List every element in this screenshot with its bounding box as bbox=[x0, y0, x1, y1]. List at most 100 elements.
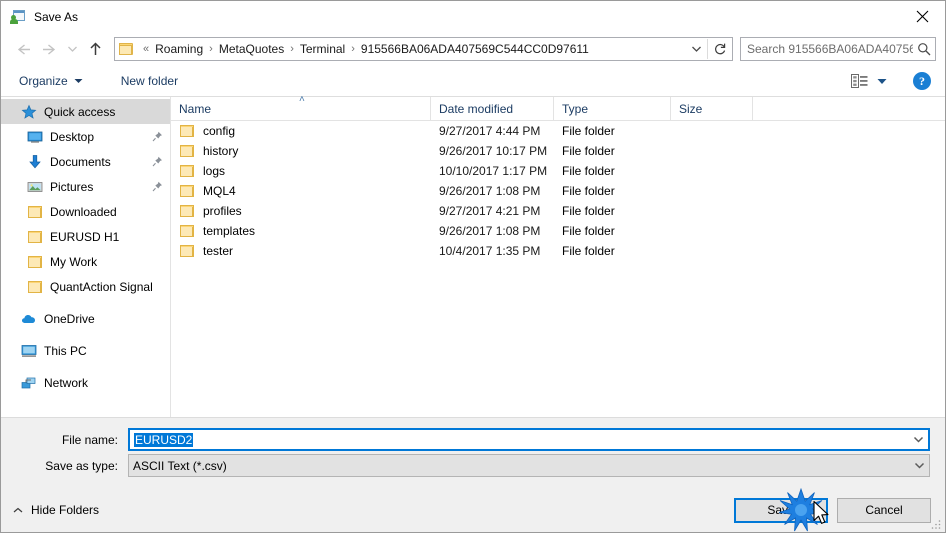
chevron-down-icon bbox=[691, 46, 701, 52]
folder-icon bbox=[27, 229, 43, 245]
breadcrumb-separator: › bbox=[209, 43, 213, 55]
pin-icon[interactable] bbox=[150, 156, 164, 167]
search-box[interactable]: Search 915566BA06ADA40756... bbox=[740, 37, 936, 61]
table-row[interactable]: profiles 9/27/2017 4:21 PM File folder bbox=[171, 201, 945, 221]
search-input[interactable]: Search 915566BA06ADA40756... bbox=[741, 42, 913, 56]
column-header-type[interactable]: Type bbox=[554, 96, 671, 121]
column-header-label: Type bbox=[562, 101, 589, 116]
sidebar-item-label: QuantAction Signal bbox=[50, 279, 153, 294]
table-row[interactable]: history 9/26/2017 10:17 PM File folder bbox=[171, 141, 945, 161]
table-row[interactable]: MQL4 9/26/2017 1:08 PM File folder bbox=[171, 181, 945, 201]
cancel-button[interactable]: Cancel bbox=[837, 497, 931, 523]
sidebar-item-this-pc[interactable]: This PC bbox=[1, 338, 170, 363]
close-icon bbox=[916, 10, 928, 22]
table-row[interactable]: config 9/27/2017 4:44 PM File folder bbox=[171, 121, 945, 141]
recent-locations-button[interactable] bbox=[62, 36, 82, 62]
folder-icon bbox=[179, 223, 195, 239]
column-header-label: Date modified bbox=[439, 101, 514, 116]
pin-icon[interactable] bbox=[150, 131, 164, 142]
desktop-icon bbox=[27, 129, 43, 145]
file-type: File folder bbox=[562, 204, 615, 218]
network-icon bbox=[21, 375, 37, 391]
resize-grip[interactable] bbox=[930, 518, 942, 530]
breadcrumb-item-terminal-id[interactable]: 915566BA06ADA407569C544CC0D97611 bbox=[359, 41, 591, 57]
sidebar-item-my-work[interactable]: My Work bbox=[1, 249, 170, 274]
file-name: tester bbox=[203, 244, 234, 258]
breadcrumb-overflow[interactable]: « bbox=[143, 43, 149, 55]
table-row[interactable]: tester 10/4/2017 1:35 PM File folder bbox=[171, 241, 945, 261]
help-label: ? bbox=[919, 73, 925, 88]
column-header-size[interactable]: Size bbox=[671, 96, 753, 121]
file-type: File folder bbox=[562, 164, 615, 178]
column-header-date-modified[interactable]: Date modified bbox=[431, 96, 554, 121]
onedrive-icon bbox=[21, 311, 37, 327]
title-bar: Save As bbox=[1, 1, 945, 32]
save-as-type-dropdown-button[interactable] bbox=[909, 462, 929, 469]
organize-button[interactable]: Organize bbox=[15, 70, 91, 92]
file-type: File folder bbox=[562, 224, 615, 238]
file-size bbox=[671, 201, 753, 221]
file-size bbox=[671, 241, 753, 261]
breadcrumb-item-terminal[interactable]: Terminal bbox=[298, 41, 347, 57]
save-label: Save bbox=[767, 503, 795, 517]
sidebar-item-pictures[interactable]: Pictures bbox=[1, 174, 170, 199]
sidebar-item-desktop[interactable]: Desktop bbox=[1, 124, 170, 149]
close-button[interactable] bbox=[899, 1, 945, 31]
save-as-type-combobox[interactable]: ASCII Text (*.csv) bbox=[128, 454, 930, 477]
sidebar-item-label: EURUSD H1 bbox=[50, 229, 120, 244]
view-options-button[interactable] bbox=[847, 70, 891, 92]
folder-icon bbox=[179, 123, 195, 139]
chevron-down-icon bbox=[914, 462, 924, 469]
file-name-cell: MQL4 bbox=[171, 181, 431, 201]
back-button[interactable] bbox=[10, 36, 36, 62]
breadcrumb-item-metaquotes[interactable]: MetaQuotes bbox=[217, 41, 286, 57]
sidebar-item-label: Network bbox=[44, 375, 89, 390]
column-header-row: Name Date modified Type Size ˄ bbox=[171, 94, 945, 121]
chevron-down-icon bbox=[913, 436, 923, 443]
sidebar-item-label: Downloaded bbox=[50, 204, 117, 219]
sidebar-item-documents[interactable]: Documents bbox=[1, 149, 170, 174]
chevron-down-icon bbox=[74, 78, 83, 84]
address-bar[interactable]: « Roaming › MetaQuotes › Terminal › 9155… bbox=[114, 37, 733, 61]
breadcrumb-item-roaming[interactable]: Roaming bbox=[153, 41, 205, 57]
refresh-button[interactable] bbox=[708, 38, 732, 60]
sidebar-item-label: This PC bbox=[44, 343, 87, 358]
file-rows: config 9/27/2017 4:44 PM File folder his… bbox=[171, 121, 945, 417]
new-folder-button[interactable]: New folder bbox=[113, 70, 186, 92]
window-title: Save As bbox=[34, 9, 79, 24]
sidebar-item-downloaded[interactable]: Downloaded bbox=[1, 199, 170, 224]
arrow-up-icon bbox=[89, 42, 101, 55]
up-button[interactable] bbox=[82, 36, 108, 62]
forward-button[interactable] bbox=[36, 36, 62, 62]
file-type: File folder bbox=[562, 244, 615, 258]
save-button[interactable]: Save bbox=[734, 497, 828, 523]
file-name-cell: config bbox=[171, 121, 431, 141]
sidebar-item-quick-access[interactable]: Quick access bbox=[1, 99, 170, 124]
command-toolbar: Organize New folder ? bbox=[1, 66, 945, 97]
table-row[interactable]: templates 9/26/2017 1:08 PM File folder bbox=[171, 221, 945, 241]
pin-icon[interactable] bbox=[150, 181, 164, 192]
navigation-bar: « Roaming › MetaQuotes › Terminal › 9155… bbox=[1, 32, 945, 66]
new-folder-label: New folder bbox=[120, 74, 179, 88]
hide-folders-button[interactable]: Hide Folders bbox=[9, 501, 103, 519]
file-date: 9/26/2017 10:17 PM bbox=[439, 144, 548, 158]
file-name-input[interactable]: EURUSD2 bbox=[130, 432, 908, 447]
sidebar-item-eurusd-h1[interactable]: EURUSD H1 bbox=[1, 224, 170, 249]
file-name-cell: tester bbox=[171, 241, 431, 261]
address-dropdown-button[interactable] bbox=[685, 38, 707, 60]
file-name-dropdown-button[interactable] bbox=[908, 436, 928, 443]
sidebar-item-quantaction-signal[interactable]: QuantAction Signal bbox=[1, 274, 170, 299]
table-row[interactable]: logs 10/10/2017 1:17 PM File folder bbox=[171, 161, 945, 181]
file-size bbox=[671, 161, 753, 181]
sidebar-item-onedrive[interactable]: OneDrive bbox=[1, 306, 170, 331]
file-name: config bbox=[203, 124, 236, 138]
file-name-cell: history bbox=[171, 141, 431, 161]
folder-icon bbox=[27, 204, 43, 220]
file-name-combobox[interactable]: EURUSD2 bbox=[128, 428, 930, 451]
dialog-body: Quick access Desktop Documents Pictures … bbox=[1, 94, 945, 417]
sidebar-item-label: Pictures bbox=[50, 179, 94, 194]
organize-label: Organize bbox=[19, 74, 68, 88]
sidebar-item-network[interactable]: Network bbox=[1, 370, 170, 395]
help-button[interactable]: ? bbox=[913, 72, 931, 90]
arrow-right-icon bbox=[42, 43, 55, 55]
